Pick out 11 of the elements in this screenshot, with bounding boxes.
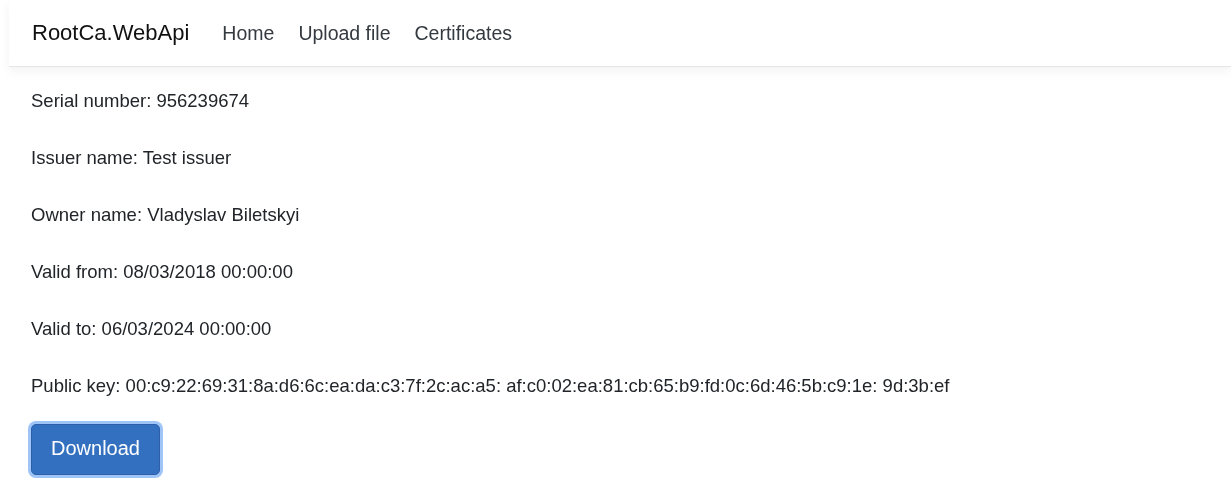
download-button[interactable]: Download [31,424,160,475]
certificate-field: Owner name: Vladyslav Biletskyi [31,204,1199,226]
certificate-field: Serial number: 956239674 [31,90,1199,112]
certificate-field: Public key: 00:c9:22:69:31:8a:d6:6c:ea:da:c3:7f:2c:ac:a5: af:c0:02:ea:81:cb:65:b9:fd:0c:6d:46:5b:c9:1e: 9d:3b:ef [31,375,1199,397]
brand-link[interactable]: RootCa.WebApi [32,20,190,46]
certificate-field: Valid to: 06/03/2024 00:00:00 [31,318,1199,340]
nav-link[interactable]: Certificates [414,21,513,45]
nav-link[interactable]: Upload file [298,21,391,45]
certificate-field: Valid from: 08/03/2018 00:00:00 [31,261,1199,283]
nav-link[interactable]: Home [222,21,275,45]
certificate-field: Issuer name: Test issuer [31,147,1199,169]
